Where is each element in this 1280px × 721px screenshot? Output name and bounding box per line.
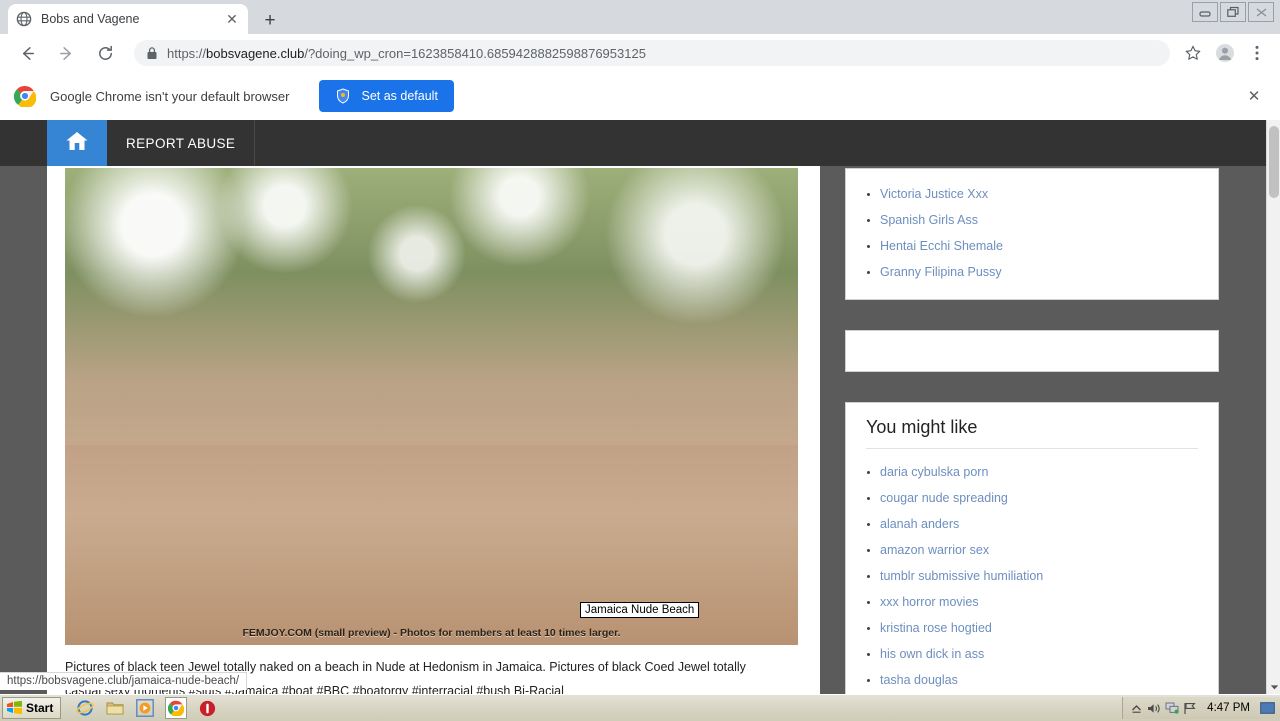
article-photo[interactable]: FEMJOY.COM (small preview) - Photos for … [65, 168, 798, 645]
tab-title: Bobs and Vagene [41, 12, 140, 26]
main-content-column: FEMJOY.COM (small preview) - Photos for … [47, 166, 820, 694]
network-icon[interactable] [1163, 699, 1181, 717]
list-item[interactable]: daria cybulska porn [867, 459, 1198, 485]
nav-home-button[interactable] [47, 120, 107, 166]
nav-report-abuse[interactable]: REPORT ABUSE [107, 120, 256, 166]
default-browser-infobar: Google Chrome isn't your default browser… [0, 72, 1280, 121]
list-item[interactable]: Granny Filipina Pussy [867, 259, 1218, 285]
internet-explorer-icon[interactable] [75, 698, 95, 718]
explorer-folder-icon[interactable] [105, 698, 125, 718]
sidebar-link[interactable]: Granny Filipina Pussy [880, 265, 1002, 279]
system-tray: 4:47 PM [1122, 697, 1280, 719]
globe-icon [16, 11, 32, 27]
sidebar-link[interactable]: Spanish Girls Ass [880, 213, 978, 227]
list-item[interactable]: Hentai Ecchi Shemale [867, 233, 1218, 259]
page-viewport: REPORT ABUSE FEMJOY.COM (small preview) … [0, 120, 1280, 694]
list-item[interactable]: alanah anders [867, 511, 1198, 537]
sidebar-link[interactable]: kristina rose hogtied [880, 621, 992, 635]
avatar-icon[interactable] [1210, 38, 1240, 68]
list-item[interactable]: his own dick in ass [867, 641, 1198, 667]
star-icon[interactable] [1178, 38, 1208, 68]
sidebar-link[interactable]: his own dick in ass [880, 647, 984, 661]
three-dot-menu-icon[interactable] [1242, 38, 1272, 68]
browser-toolbar: https://bobsvagene.club/?doing_wp_cron=1… [0, 34, 1280, 72]
tab-strip: Bobs and Vagene ✕ + [0, 0, 1280, 34]
sidebar-link[interactable]: xxx horror movies [880, 595, 979, 609]
windows-taskbar: Start 4:47 PM [0, 694, 1280, 721]
start-label: Start [26, 701, 54, 715]
shield-icon [335, 88, 351, 104]
list-item[interactable]: amazon warrior sex [867, 537, 1198, 563]
image-tooltip: Jamaica Nude Beach [580, 602, 700, 618]
sidebar-link[interactable]: alanah anders [880, 517, 959, 531]
lock-icon [146, 46, 158, 60]
chrome-icon[interactable] [165, 697, 188, 719]
chrome-logo-icon [13, 85, 37, 109]
page-scrollbar[interactable] [1266, 120, 1280, 694]
set-as-default-button[interactable]: Set as default [319, 80, 454, 112]
you-might-like-title: You might like [866, 417, 1198, 449]
list-item[interactable]: tasha douglas [867, 667, 1198, 693]
sidebar-link[interactable]: daria cybulska porn [880, 465, 988, 479]
sidebar-link[interactable]: amazon warrior sex [880, 543, 989, 557]
quick-launch-bar [75, 697, 217, 719]
sidebar-link[interactable]: Victoria Justice Xxx [880, 187, 988, 201]
minimize-button[interactable] [1192, 2, 1218, 22]
restore-button[interactable] [1220, 2, 1246, 22]
list-item[interactable]: Victoria Justice Xxx [867, 181, 1218, 207]
new-tab-button[interactable]: + [258, 8, 282, 32]
list-item[interactable]: kristina rose hogtied [867, 615, 1198, 641]
media-player-icon[interactable] [135, 698, 155, 718]
set-as-default-label: Set as default [361, 89, 438, 103]
chevron-up-icon[interactable] [1127, 699, 1145, 717]
forward-arrow-icon[interactable] [49, 36, 83, 70]
address-bar[interactable]: https://bobsvagene.club/?doing_wp_cron=1… [134, 40, 1170, 66]
link-status-bubble: https://bobsvagene.club/jamaica-nude-bea… [0, 672, 248, 690]
list-item[interactable]: xxx horror movies [867, 589, 1198, 615]
address-bar-url: https://bobsvagene.club/?doing_wp_cron=1… [167, 45, 646, 61]
volume-icon[interactable] [1145, 699, 1163, 717]
start-button[interactable]: Start [2, 697, 62, 719]
sidebar-top-links-list: Victoria Justice Xxx Spanish Girls Ass H… [846, 181, 1218, 285]
sidebar-ad-placeholder [845, 330, 1219, 372]
tab-close-icon[interactable]: ✕ [224, 11, 240, 27]
list-item[interactable]: Spanish Girls Ass [867, 207, 1218, 233]
sidebar-link[interactable]: tumblr submissive humiliation [880, 569, 1043, 583]
infobar-message: Google Chrome isn't your default browser [50, 88, 290, 104]
chrome-browser-window: Bobs and Vagene ✕ + https://bobsvagene.c… [0, 0, 1280, 694]
site-nav-bar: REPORT ABUSE [0, 120, 1266, 166]
you-might-like-widget: You might like daria cybulska porn couga… [845, 402, 1219, 694]
right-sidebar: Victoria Justice Xxx Spanish Girls Ass H… [845, 168, 1219, 694]
close-button[interactable] [1248, 2, 1274, 22]
show-desktop-icon[interactable] [1258, 699, 1276, 717]
sidebar-top-links-widget: Victoria Justice Xxx Spanish Girls Ass H… [845, 168, 1219, 300]
scrollbar-thumb[interactable] [1269, 126, 1279, 198]
list-item[interactable]: cougar nude spreading [867, 485, 1198, 511]
scrollbar-down-arrow[interactable] [1267, 680, 1280, 694]
taskbar-clock[interactable]: 4:47 PM [1207, 702, 1250, 714]
infobar-close-icon[interactable]: ✕ [1246, 88, 1262, 104]
back-arrow-icon[interactable] [10, 36, 44, 70]
sidebar-link[interactable]: Hentai Ecchi Shemale [880, 239, 1003, 253]
reload-icon[interactable] [88, 36, 122, 70]
photo-caption: FEMJOY.COM (small preview) - Photos for … [242, 627, 621, 639]
flag-icon[interactable] [1181, 699, 1199, 717]
record-icon[interactable] [197, 698, 217, 718]
sidebar-link[interactable]: tasha douglas [880, 673, 958, 687]
list-item[interactable]: tumblr submissive humiliation [867, 563, 1198, 589]
window-controls [1192, 2, 1274, 22]
windows-flag-icon [7, 700, 22, 715]
browser-tab[interactable]: Bobs and Vagene ✕ [8, 4, 248, 34]
home-icon [65, 130, 89, 157]
sidebar-link[interactable]: cougar nude spreading [880, 491, 1008, 505]
you-might-like-list: daria cybulska porn cougar nude spreadin… [866, 459, 1198, 694]
